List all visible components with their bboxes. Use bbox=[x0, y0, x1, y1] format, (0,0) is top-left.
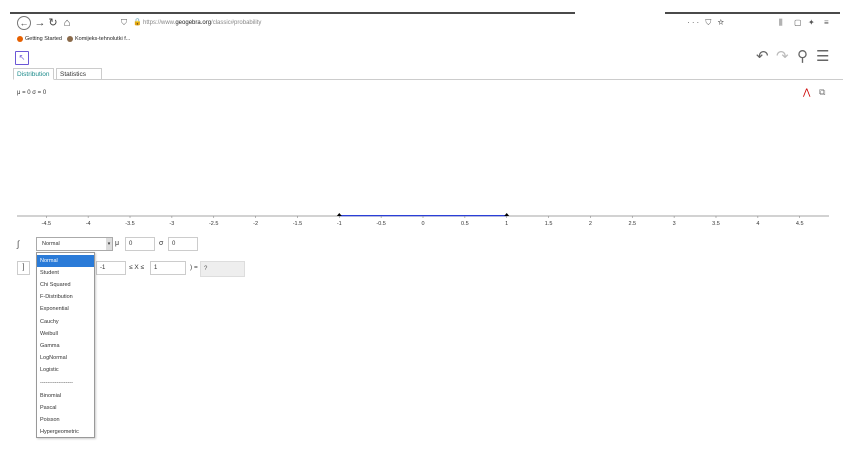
dropdown-option[interactable]: Chi Squared bbox=[37, 279, 94, 291]
move-tool-icon[interactable]: ↖ bbox=[15, 51, 29, 65]
axis-tick-label: 0.5 bbox=[461, 221, 469, 227]
undo-icon[interactable]: ↶ bbox=[756, 49, 769, 65]
interval-high-marker[interactable] bbox=[504, 213, 510, 216]
probability-graph-axis: -4.5 -4 -3.5 -3 -2.5 -2 -1.5 -1 -0.5 0 0.5 1 1.5 2 2.5… bbox=[17, 213, 829, 227]
lock-icon[interactable]: 🔒 bbox=[133, 16, 142, 30]
dropdown-option[interactable]: Weibull bbox=[37, 328, 94, 340]
dropdown-option[interactable]: Logistic bbox=[37, 364, 94, 376]
url-bar[interactable]: ⛉ 🔒 https://www.geogebra.org/classic#pro… bbox=[118, 16, 730, 30]
axis-tick-label: 2.5 bbox=[628, 221, 636, 227]
dropdown-option[interactable]: Student bbox=[37, 267, 94, 279]
url-path: /classic#probability bbox=[211, 20, 262, 26]
axis-tick-label: 3 bbox=[673, 221, 676, 227]
bookmark-label: Getting Started bbox=[25, 36, 62, 42]
browser-tab-strip bbox=[0, 0, 853, 14]
bookmark-label: Komijeks-tehnolutki f... bbox=[75, 36, 131, 42]
url-prefix: https://www. bbox=[143, 20, 176, 26]
mu-input[interactable]: 0 bbox=[125, 237, 155, 251]
redo-icon[interactable]: ↷ bbox=[776, 49, 789, 65]
page-actions[interactable]: ··· ⛉ ☆ bbox=[687, 16, 726, 30]
home-icon[interactable]: ⌂ bbox=[60, 16, 74, 30]
sigma-label: σ bbox=[159, 240, 164, 247]
dropdown-option[interactable]: Normal bbox=[37, 255, 94, 267]
probability-result: ? bbox=[200, 261, 245, 277]
axis-tick-label: -4 bbox=[86, 221, 91, 227]
menu-icon[interactable]: ≡ bbox=[824, 16, 829, 30]
tab-statistics[interactable]: Statistics bbox=[56, 68, 102, 80]
axis-tick-label: 1.5 bbox=[545, 221, 553, 227]
dropdown-option[interactable]: Binomial bbox=[37, 390, 94, 402]
tab-distribution[interactable]: Distribution bbox=[13, 68, 54, 80]
axis-tick-label: -2.5 bbox=[209, 221, 218, 227]
axis-tick-label: 2 bbox=[589, 221, 592, 227]
axis-tick-label: 1 bbox=[505, 221, 508, 227]
bookmark-komijeks[interactable]: Komijeks-tehnolutki f... bbox=[67, 32, 130, 46]
sigma-input[interactable]: 0 bbox=[168, 237, 198, 251]
export-icon[interactable]: ⧉ bbox=[819, 87, 825, 98]
equals-label: ) = bbox=[190, 264, 198, 271]
dropdown-option[interactable]: Pascal bbox=[37, 402, 94, 414]
low-bound-input[interactable]: -1 bbox=[96, 261, 126, 275]
axis-tick-label: -2 bbox=[253, 221, 258, 227]
forward-icon[interactable]: → bbox=[33, 16, 47, 30]
reload-icon[interactable]: ↻ bbox=[46, 16, 60, 30]
axis-tick-label: 4.5 bbox=[796, 221, 804, 227]
dropdown-option[interactable]: F-Distribution bbox=[37, 291, 94, 303]
browser-navbar: ← → ↻ ⌂ ⛉ 🔒 https://www.geogebra.org/cla… bbox=[0, 14, 853, 32]
axis-tick-label: -1 bbox=[337, 221, 342, 227]
axis-tick-label: 0 bbox=[421, 221, 424, 227]
dropdown-option[interactable]: Gamma bbox=[37, 340, 94, 352]
tracking-shield-icon[interactable]: ⛉ bbox=[121, 16, 127, 30]
relation-label: ≤ X ≤ bbox=[129, 264, 145, 271]
cumulative-toggle-icon[interactable]: ∫ bbox=[17, 238, 29, 250]
graph-parameter-readout: μ = 0 σ = 0 bbox=[17, 90, 47, 96]
dropdown-option[interactable]: LogNormal bbox=[37, 352, 94, 364]
chevron-down-icon[interactable]: ▾ bbox=[106, 238, 112, 250]
interval-mode-button[interactable]: ] bbox=[17, 261, 30, 275]
dropdown-option[interactable]: Cauchy bbox=[37, 316, 94, 328]
view-tabs: Distribution Statistics bbox=[13, 68, 843, 80]
bookmarks-bar: Getting Started Komijeks-tehnolutki f... bbox=[0, 32, 853, 46]
search-icon[interactable]: ⚲ bbox=[797, 49, 808, 65]
axis-tick-label: 4 bbox=[756, 221, 759, 227]
axis-tick-label: -4.5 bbox=[42, 221, 51, 227]
axis-tick-label: -3.5 bbox=[125, 221, 134, 227]
reader-icon[interactable]: ▢ bbox=[794, 16, 802, 30]
axis-tick-label: -3 bbox=[169, 221, 174, 227]
distribution-dropdown-list: Normal Student Chi Squared F-Distributio… bbox=[36, 252, 95, 438]
axis-tick-label: -0.5 bbox=[376, 221, 385, 227]
dropdown-separator: ------------------ bbox=[40, 380, 73, 386]
distribution-controls: ∫ Normal ▾ μ 0 σ 0 bbox=[17, 237, 317, 251]
distribution-select[interactable]: Normal ▾ bbox=[36, 237, 113, 251]
dropdown-option[interactable]: Hypergeometric bbox=[37, 426, 94, 438]
mu-label: μ bbox=[115, 240, 120, 247]
firefox-icon bbox=[17, 35, 23, 42]
url-text[interactable]: https://www.geogebra.org/classic#probabi… bbox=[143, 16, 261, 30]
extension-icon[interactable]: ✦ bbox=[808, 16, 815, 30]
distribution-selected-value: Normal bbox=[42, 241, 60, 247]
high-bound-input[interactable]: 1 bbox=[150, 261, 186, 275]
dropdown-option[interactable]: Exponential bbox=[37, 303, 94, 315]
bookmark-favicon-icon bbox=[67, 35, 73, 42]
app-toolbar: ↖ ↶ ↷ ⚲ ☰ bbox=[0, 46, 853, 68]
dropdown-option[interactable]: Poisson bbox=[37, 414, 94, 426]
url-domain: geogebra.org bbox=[175, 20, 212, 26]
bookmark-getting-started[interactable]: Getting Started bbox=[17, 32, 62, 46]
main-menu-icon[interactable]: ☰ bbox=[816, 49, 829, 65]
axis-tick-label: -1.5 bbox=[293, 221, 302, 227]
library-icon[interactable]: ⫼ bbox=[779, 16, 783, 30]
normal-overlay-icon[interactable]: ⋀ bbox=[803, 87, 810, 98]
axis-ticks: -4.5 -4 -3.5 -3 -2.5 -2 -1.5 -1 -0.5 0 0.5 1 1.5 2 2.5… bbox=[42, 216, 804, 227]
back-icon[interactable]: ← bbox=[17, 16, 31, 30]
axis-tick-label: 3.5 bbox=[712, 221, 720, 227]
interval-low-marker[interactable] bbox=[336, 213, 342, 216]
